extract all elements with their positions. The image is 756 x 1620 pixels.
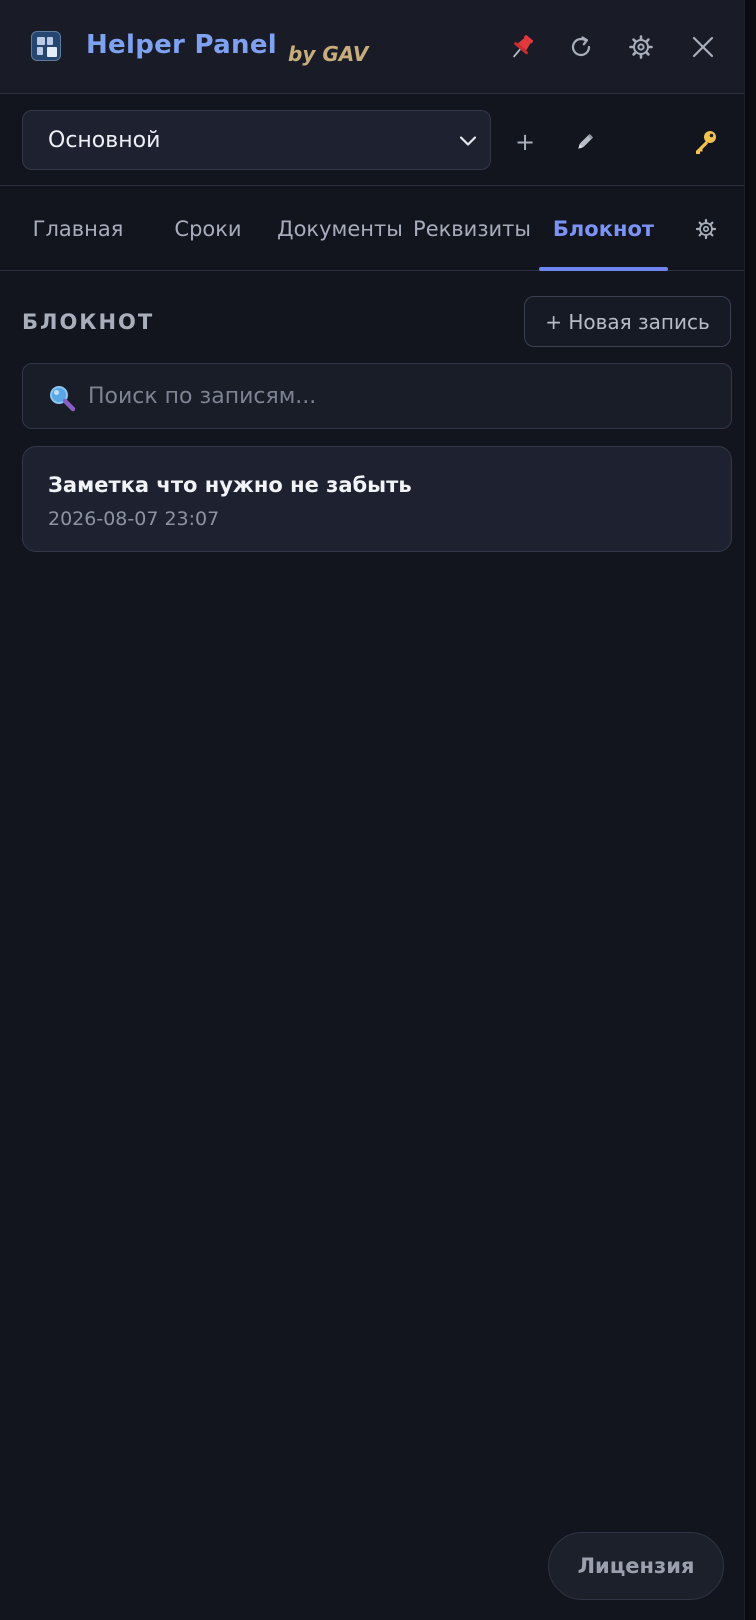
gear-icon: [629, 35, 653, 59]
note-card[interactable]: Заметка что нужно не забыть 2026-08-07 2…: [22, 446, 732, 552]
settings-button[interactable]: [624, 30, 658, 64]
tab-settings[interactable]: [684, 187, 728, 271]
pencil-icon: [578, 134, 593, 149]
tab-bloknot[interactable]: Блокнот: [539, 187, 668, 271]
note-date: 2026-08-07 23:07: [48, 508, 220, 530]
refresh-button[interactable]: [564, 30, 598, 64]
note-title: Заметка что нужно не забыть: [48, 473, 412, 497]
new-entry-button[interactable]: + Новая запись: [524, 296, 731, 347]
pin-button[interactable]: [505, 30, 539, 64]
gear-icon: [695, 218, 717, 240]
close-icon: [692, 36, 714, 58]
app-subtitle: by GAV: [288, 42, 369, 66]
search-box: [22, 363, 732, 429]
app-title: Helper Panel: [86, 30, 277, 60]
pushpin-icon: [512, 35, 533, 58]
close-button[interactable]: [686, 30, 720, 64]
search-input[interactable]: [86, 376, 706, 416]
section-title: БЛОКНОТ: [22, 310, 155, 334]
profile-row: Основной +: [0, 95, 744, 186]
helper-panel-window: Helper Panel by GAV Основной + Главная С…: [0, 0, 756, 1620]
tab-rekvizity[interactable]: Реквизиты: [410, 187, 534, 271]
tab-dokumenty[interactable]: Документы: [277, 187, 403, 271]
license-key-button[interactable]: [691, 128, 719, 156]
chevron-down-icon: [459, 136, 477, 146]
tab-bar: Главная Сроки Документы Реквизиты Блокно…: [0, 187, 744, 271]
app-logo-icon: [31, 31, 61, 61]
magnifier-icon: [50, 386, 76, 412]
edit-profile-button[interactable]: [571, 128, 599, 156]
tab-sroki[interactable]: Сроки: [148, 187, 268, 271]
refresh-icon: [571, 36, 591, 57]
profile-select[interactable]: Основной: [22, 110, 491, 170]
license-button[interactable]: Лицензия: [548, 1532, 724, 1600]
key-icon: [696, 131, 716, 154]
profile-select-value: Основной: [48, 128, 161, 153]
add-profile-button[interactable]: +: [511, 128, 539, 156]
tab-glavnaya[interactable]: Главная: [18, 187, 138, 271]
title-bar: Helper Panel by GAV: [0, 0, 744, 94]
active-tab-indicator: [539, 267, 668, 271]
window-edge: [744, 0, 756, 1620]
